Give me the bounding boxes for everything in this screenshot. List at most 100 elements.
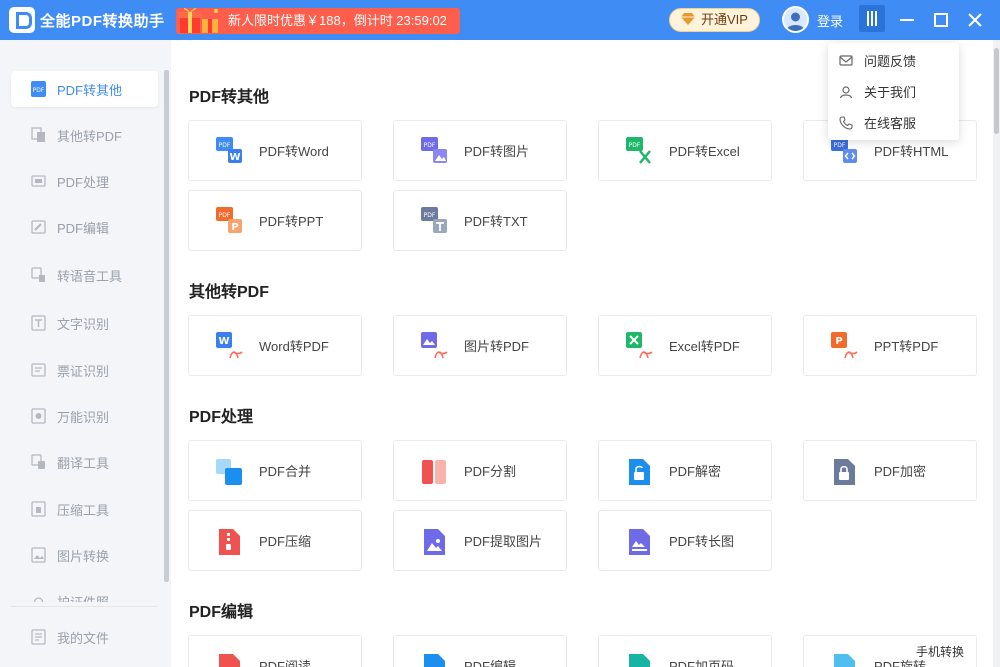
excel-to-pdf-icon [626, 332, 653, 359]
sidebar-scrollbar[interactable] [164, 70, 169, 582]
menu-item-support[interactable]: 在线客服 [828, 107, 959, 138]
sidebar-item-label: 文字识别 [57, 316, 110, 332]
split-icon [422, 460, 446, 484]
edit-file-icon [424, 654, 445, 667]
sidebar-item-label: 我的文件 [57, 630, 110, 646]
card-label: PDF加密 [874, 464, 927, 479]
read-icon [219, 654, 240, 667]
image-icon [31, 547, 46, 563]
convert-icon [31, 127, 45, 142]
sidebar-item-ticket-ocr[interactable]: 票证识别 [11, 352, 158, 388]
menu-item-feedback[interactable]: 问题反馈 [828, 45, 959, 76]
card-label: PDF转PPT [259, 214, 324, 229]
sidebar-item-pdf-edit[interactable]: PDF编辑 [11, 209, 158, 245]
main-scrollbar-track[interactable] [993, 40, 1000, 667]
rotate-icon [834, 654, 855, 667]
card-pdf-merge[interactable]: PDF合并 [188, 440, 362, 501]
card-word-to-pdf[interactable]: W Word转PDF [188, 315, 362, 376]
card-pdf-read[interactable]: PDF阅读 [188, 635, 362, 667]
card-pdf-encrypt[interactable]: PDF加密 [803, 440, 977, 501]
sidebar-item-other-to-pdf[interactable]: 其他转PDF [11, 117, 158, 153]
main-scrollbar-thumb[interactable] [994, 48, 999, 134]
text-ocr-icon [31, 315, 46, 331]
card-excel-to-pdf[interactable]: Excel转PDF [598, 315, 772, 376]
card-image-to-pdf[interactable]: 图片转PDF [393, 315, 567, 376]
card-label: PDF加页码 [669, 659, 735, 667]
card-pdf-to-txt[interactable]: PDF PDF转TXT [393, 190, 567, 251]
card-pdf-extract-image[interactable]: PDF提取图片 [393, 510, 567, 571]
sidebar-item-id-photo[interactable]: 护证件照 [11, 584, 158, 602]
unlock-icon [629, 459, 650, 485]
login-link[interactable]: 登录 [817, 11, 843, 30]
card-pdf-to-long-image[interactable]: PDF转长图 [598, 510, 772, 571]
sidebar-item-image-convert[interactable]: 图片转换 [11, 537, 158, 573]
sidebar-item-compress[interactable]: 压缩工具 [11, 491, 158, 527]
card-label: PPT转PDF [874, 339, 939, 354]
card-label: PDF分割 [464, 464, 517, 479]
sidebar-item-universal-ocr[interactable]: 万能识别 [11, 398, 158, 434]
card-pdf-to-image[interactable]: PDF PDF转图片 [393, 120, 567, 181]
svg-text:W: W [229, 152, 240, 163]
card-pdf-to-excel[interactable]: PDF PDF转Excel [598, 120, 772, 181]
close-icon[interactable] [963, 8, 987, 32]
section-title-other-to-pdf: 其他转PDF [189, 284, 270, 301]
compress-icon [31, 501, 46, 517]
sidebar-item-label: 压缩工具 [57, 502, 110, 518]
sidebar-item-pdf-to-other[interactable]: PDF PDF转其他 [11, 71, 158, 107]
card-pdf-to-ppt[interactable]: PDF P PDF转PPT [188, 190, 362, 251]
menu-item-about[interactable]: 关于我们 [828, 76, 959, 107]
section-title-pdf-process: PDF处理 [189, 409, 254, 426]
page-number-icon [629, 654, 650, 667]
menu-icon [867, 11, 877, 26]
mail-icon [839, 55, 853, 66]
compress-file-icon [219, 529, 240, 555]
card-pdf-page-number[interactable]: PDF加页码 [598, 635, 772, 667]
scan-icon [31, 408, 46, 424]
card-label: PDF编辑 [464, 659, 517, 667]
ppt-to-pdf-icon: P [831, 332, 858, 359]
sidebar-item-label: 万能识别 [57, 409, 110, 425]
sidebar-item-label: 翻译工具 [57, 455, 110, 471]
card-pdf-decrypt[interactable]: PDF解密 [598, 440, 772, 501]
pdf-to-html-icon: PDF [831, 137, 857, 163]
diamond-icon [681, 13, 695, 25]
id-photo-icon [33, 597, 44, 602]
sidebar-item-tts[interactable]: 转语音工具 [11, 257, 158, 293]
svg-text:W: W [218, 336, 229, 347]
svg-text:P: P [835, 336, 842, 347]
maximize-icon[interactable] [929, 8, 953, 32]
card-pdf-compress[interactable]: PDF压缩 [188, 510, 362, 571]
app-logo-icon [9, 7, 35, 33]
card-ppt-to-pdf[interactable]: P PPT转PDF [803, 315, 977, 376]
user-avatar-icon [786, 12, 805, 31]
card-pdf-edit[interactable]: PDF编辑 [393, 635, 567, 667]
avatar[interactable] [782, 6, 809, 33]
pdf-to-excel-icon: PDF [626, 137, 651, 164]
phone-icon [839, 116, 853, 130]
svg-text:PDF: PDF [834, 142, 846, 149]
menu-item-label: 关于我们 [864, 85, 917, 100]
sidebar-item-label: PDF编辑 [57, 220, 110, 236]
sidebar-item-my-files[interactable]: 我的文件 [11, 619, 158, 655]
sidebar: PDF PDF转其他 其他转PDF PDF处理 PDF编辑 转语音工具 文字识别… [0, 40, 171, 667]
card-label: PDF压缩 [259, 534, 312, 549]
sidebar-item-ocr[interactable]: 文字识别 [11, 305, 158, 341]
section-title-pdf-edit: PDF编辑 [189, 604, 254, 621]
menu-button[interactable] [859, 5, 885, 32]
sidebar-item-label: 票证识别 [57, 363, 110, 379]
card-pdf-split[interactable]: PDF分割 [393, 440, 567, 501]
mobile-convert-link[interactable]: 手机转换 [912, 643, 969, 660]
image-to-pdf-icon [421, 332, 448, 359]
card-label: PDF转TXT [464, 214, 528, 229]
card-label: PDF转Word [259, 144, 329, 159]
card-pdf-to-word[interactable]: PDF W PDF转Word [188, 120, 362, 181]
minimize-icon[interactable] [895, 8, 919, 32]
svg-text:PDF: PDF [219, 212, 231, 219]
svg-text:PDF: PDF [424, 142, 436, 149]
card-label: 图片转PDF [464, 339, 530, 354]
sidebar-item-pdf-process[interactable]: PDF处理 [11, 163, 158, 199]
card-label: PDF合并 [259, 464, 312, 479]
sidebar-item-translate[interactable]: 翻译工具 [11, 444, 158, 480]
pdf-to-txt-icon: PDF [421, 207, 447, 233]
pdf-to-ppt-icon: PDFP [216, 207, 242, 233]
